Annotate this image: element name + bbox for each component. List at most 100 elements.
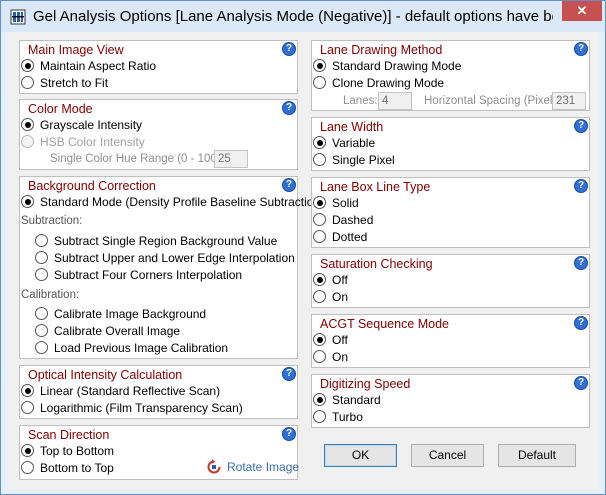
radio-label: Single Pixel [332,153,395,167]
radio-label: On [332,290,349,304]
help-icon[interactable]: ? [574,316,588,330]
radio-button[interactable] [35,251,48,264]
group-title: Lane Box Line Type [320,180,431,194]
radio-button[interactable] [313,273,326,286]
radio-label: Linear (Standard Reflective Scan) [40,384,221,398]
title-bar[interactable]: Gel Analysis Options [Lane Analysis Mode… [1,1,605,32]
radio-button[interactable] [313,230,326,243]
hue-range-field: 25 [214,150,248,168]
group-title: Main Image View [28,43,124,57]
radio-button[interactable] [313,290,326,303]
radio-button[interactable] [21,195,34,208]
radio-button[interactable] [313,213,326,226]
radio-button[interactable] [35,268,48,281]
saturation-checking-group: Saturation Checking ? Off On [311,254,590,308]
radio-button[interactable] [21,461,34,474]
radio-label: Logarithmic (Film Transparency Scan) [40,401,243,415]
radio-button[interactable] [21,384,34,397]
ok-button[interactable]: OK [324,444,397,467]
radio-button[interactable] [21,76,34,89]
background-correction-group: Background Correction ? Standard Mode (D… [19,176,324,359]
rotate-image-label: Rotate Image [227,460,300,474]
group-title: Scan Direction [28,428,110,442]
group-title: Optical Intensity Calculation [28,368,183,382]
scan-direction-group: Scan Direction ? Top to Bottom Bottom to… [19,425,300,480]
radio-label: Standard [332,393,381,407]
group-title: Lane Drawing Method [320,43,443,57]
help-icon[interactable]: ? [574,376,588,390]
default-button[interactable]: Default [498,444,576,467]
group-title: Color Mode [28,102,93,116]
help-icon[interactable]: ? [282,178,296,192]
radio-button[interactable] [313,196,326,209]
digitizing-speed-group: Digitizing Speed ? Standard Turbo [311,374,590,428]
help-icon[interactable]: ? [282,427,296,441]
help-icon[interactable]: ? [574,42,588,56]
help-icon[interactable]: ? [282,42,296,56]
radio-label: Grayscale Intensity [40,118,143,132]
lane-width-group: Lane Width ? Variable Single Pixel [311,117,590,171]
dialog-window: Gel Analysis Options [Lane Analysis Mode… [0,0,606,495]
group-title: Digitizing Speed [320,377,411,391]
radio-label: Calibrate Overall Image [54,324,181,338]
radio-label: Turbo [332,410,363,424]
cancel-button[interactable]: Cancel [411,444,484,467]
radio-button[interactable] [35,307,48,320]
close-button[interactable]: ✕ [562,1,602,21]
color-mode-group: Color Mode ? Grayscale Intensity HSB Col… [19,99,298,170]
radio-button[interactable] [313,76,326,89]
radio-label: Dashed [332,213,374,227]
radio-label: Subtract Four Corners Interpolation [54,268,243,282]
group-title: Background Correction [28,179,156,193]
radio-button[interactable] [21,59,34,72]
radio-label: Off [332,333,348,347]
radio-button[interactable] [21,444,34,457]
radio-label: On [332,350,349,364]
radio-label: Bottom to Top [40,461,114,475]
spacing-field: 231 [552,92,586,110]
window-title: Gel Analysis Options [Lane Analysis Mode… [33,8,553,25]
radio-button[interactable] [21,118,34,131]
lanes-label: Lanes: [343,95,378,107]
radio-label: Standard Drawing Mode [332,59,462,73]
main-image-view-group: Main Image View ? Maintain Aspect Ratio … [19,40,298,94]
radio-button[interactable] [313,410,326,423]
radio-label: Variable [332,136,376,150]
group-title: ACGT Sequence Mode [320,317,450,331]
radio-button[interactable] [21,401,34,414]
radio-button[interactable] [35,234,48,247]
help-icon[interactable]: ? [282,367,296,381]
lane-drawing-group: Lane Drawing Method ? Standard Drawing M… [311,40,590,111]
radio-button[interactable] [313,136,326,149]
radio-label: Calibrate Image Background [54,307,207,321]
group-title: Saturation Checking [320,257,433,271]
acgt-sequence-group: ACGT Sequence Mode ? Off On [311,314,590,368]
radio-label: Standard Mode (Density Profile Baseline … [40,195,325,209]
help-icon[interactable]: ? [574,179,588,193]
group-title: Lane Width [320,120,384,134]
spacing-label: Horizontal Spacing (Pixels): [424,95,566,107]
radio-label: Subtract Single Region Background Value [54,234,278,248]
optical-intensity-group: Optical Intensity Calculation ? Linear (… [19,365,298,419]
lanes-field: 4 [378,92,412,110]
gel-analysis-app-icon [10,9,26,25]
radio-label: Dotted [332,230,368,244]
radio-button[interactable] [313,350,326,363]
rotate-icon [207,459,221,474]
radio-label: Top to Bottom [40,444,115,458]
radio-button[interactable] [313,153,326,166]
radio-label: Stretch to Fit [40,76,109,90]
radio-button[interactable] [313,59,326,72]
radio-button[interactable] [313,333,326,346]
help-icon[interactable]: ? [574,119,588,133]
radio-label: Clone Drawing Mode [332,76,445,90]
subtraction-label: Subtraction: [21,215,83,227]
radio-label: Load Previous Image Calibration [54,341,229,355]
help-icon[interactable]: ? [282,101,296,115]
help-icon[interactable]: ? [574,256,588,270]
radio-button[interactable] [35,341,48,354]
hue-range-label: Single Color Hue Range (0 - 100): [50,153,224,165]
radio-button[interactable] [313,393,326,406]
radio-button[interactable] [35,324,48,337]
radio-label: Subtract Upper and Lower Edge Interpolat… [54,251,295,265]
